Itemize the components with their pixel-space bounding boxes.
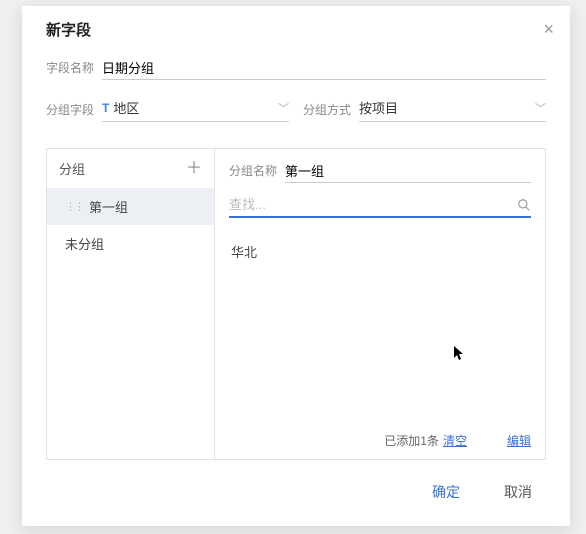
field-name-input[interactable] <box>102 56 546 80</box>
field-name-label: 字段名称 <box>46 59 94 80</box>
type-text-icon: T <box>102 101 109 115</box>
search-icon[interactable] <box>517 198 531 212</box>
group-name-label: 分组名称 <box>229 162 277 183</box>
group-item-label: 第一组 <box>89 197 128 216</box>
group-mode-label: 分组方式 <box>303 101 351 122</box>
ok-button[interactable]: 确定 <box>426 478 466 506</box>
edit-link[interactable]: 编辑 <box>507 432 531 449</box>
group-name-input[interactable] <box>285 159 531 183</box>
group-item[interactable]: 未分组 <box>47 225 214 262</box>
chevron-down-icon: ﹀ <box>535 100 546 116</box>
modal-title: 新字段 <box>46 19 91 40</box>
group-mode-select[interactable]: 按项目 ﹀ <box>359 94 546 122</box>
drag-grip-icon[interactable]: ⋮⋮ <box>65 200 83 213</box>
modal-header: 新字段 × <box>22 6 570 52</box>
left-panel-header: 分组 ＋ <box>47 149 214 188</box>
group-field-select[interactable]: T 地区 ﹀ <box>102 94 289 122</box>
left-panel: 分组 ＋ ⋮⋮ 第一组未分组 <box>47 149 215 459</box>
groups-heading: 分组 <box>59 159 85 178</box>
right-panel-footer: 已添加1条 清空 编辑 <box>229 424 531 449</box>
result-item[interactable]: 华北 <box>229 236 531 267</box>
group-mode-value: 按项目 <box>359 98 398 117</box>
group-field-value: 地区 <box>113 98 139 117</box>
search-wrap <box>229 193 531 218</box>
new-field-modal: 新字段 × 字段名称 分组字段 T 地区 ﹀ 分组方式 <box>22 6 570 526</box>
add-group-icon[interactable]: ＋ <box>186 161 202 177</box>
group-field-label: 分组字段 <box>46 101 94 122</box>
group-item-label: 未分组 <box>65 234 104 253</box>
right-panel: 分组名称 华北 已添加1条 清空 编辑 <box>215 149 545 459</box>
search-input[interactable] <box>229 197 517 212</box>
panel-split: 分组 ＋ ⋮⋮ 第一组未分组 分组名称 华北 已添加1条 清空 <box>46 148 546 460</box>
modal-footer: 确定 取消 <box>22 460 570 522</box>
clear-link[interactable]: 清空 <box>443 432 467 449</box>
added-count-text: 已添加1条 <box>384 432 439 449</box>
group-list: ⋮⋮ 第一组未分组 <box>47 188 214 459</box>
cancel-button[interactable]: 取消 <box>498 478 538 506</box>
form-area: 字段名称 分组字段 T 地区 ﹀ 分组方式 按项目 ﹀ <box>22 52 570 148</box>
group-item[interactable]: ⋮⋮ 第一组 <box>47 188 214 225</box>
chevron-down-icon: ﹀ <box>278 100 289 116</box>
close-icon[interactable]: × <box>543 20 554 38</box>
results-list: 华北 <box>229 230 531 424</box>
